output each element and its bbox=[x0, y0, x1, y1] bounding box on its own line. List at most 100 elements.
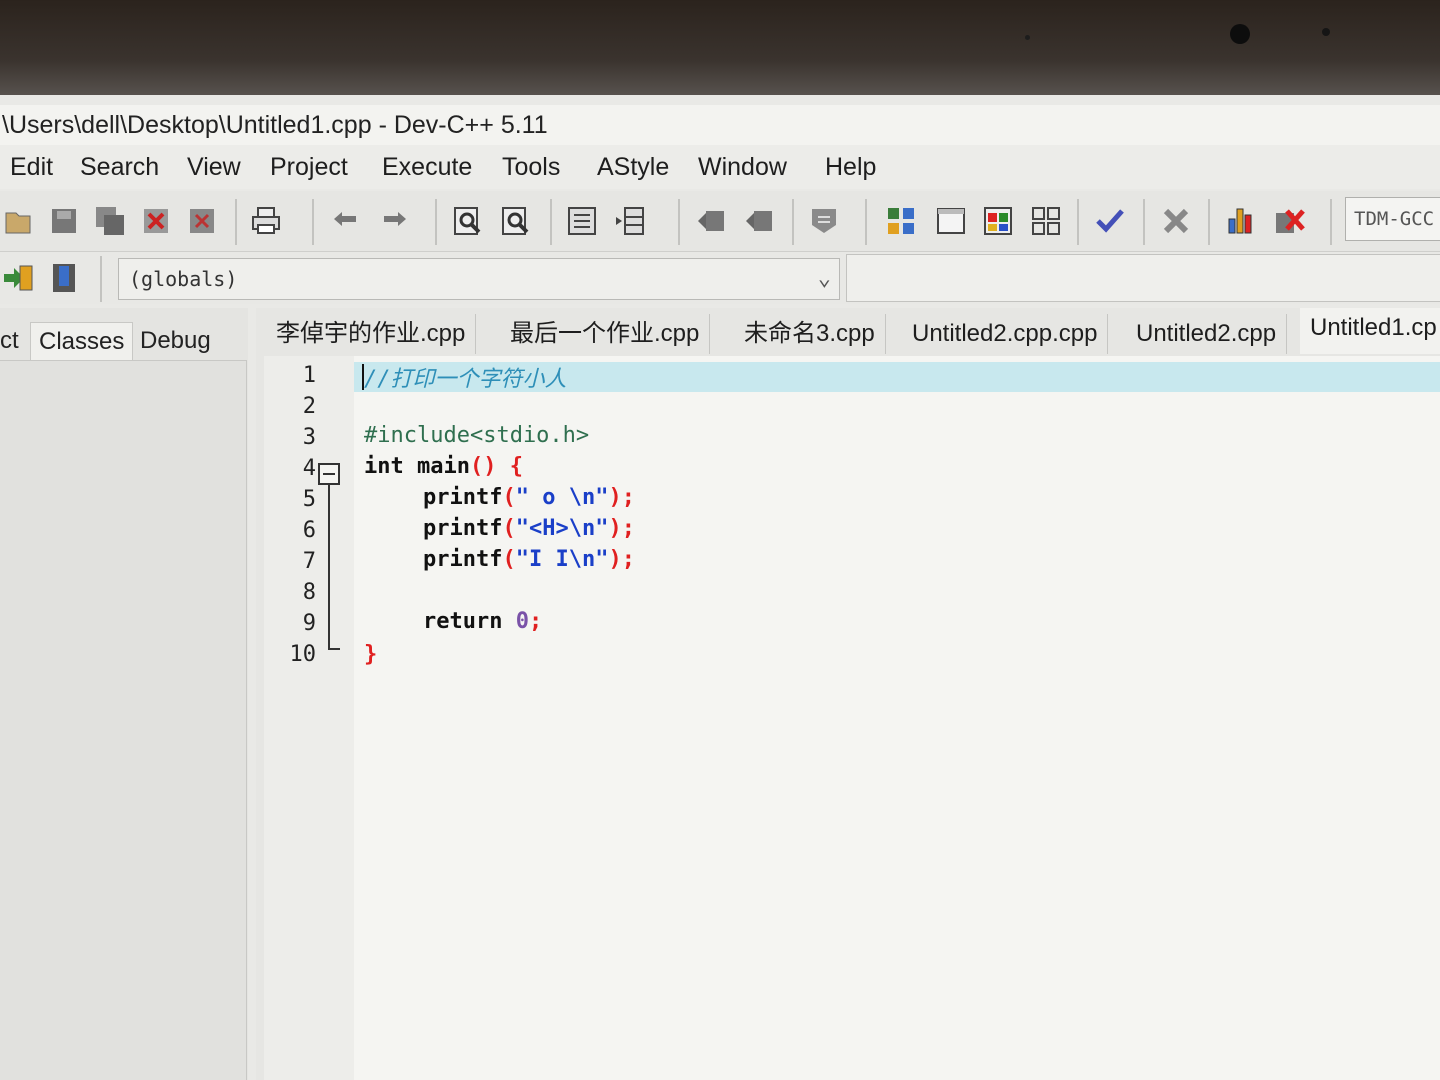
preprocessor: #include<stdio.h> bbox=[364, 423, 590, 448]
toggle-bookmark-icon[interactable] bbox=[48, 262, 80, 294]
redo-icon[interactable] bbox=[378, 205, 410, 237]
tab-file[interactable]: Untitled2.cpp.cpp bbox=[902, 314, 1109, 354]
bookmark-next-icon[interactable] bbox=[744, 205, 776, 237]
menu-tools[interactable]: Tools bbox=[502, 153, 560, 182]
close-icon[interactable] bbox=[140, 205, 172, 237]
fold-toggle-icon[interactable] bbox=[318, 463, 340, 485]
symbol: ); bbox=[608, 516, 635, 541]
indicator-light bbox=[1322, 28, 1330, 36]
line-number: 4 bbox=[302, 456, 316, 481]
bookmark-prev-icon[interactable] bbox=[696, 205, 728, 237]
unindent-icon[interactable] bbox=[614, 205, 646, 237]
find-icon[interactable] bbox=[452, 205, 484, 237]
function-call: printf bbox=[423, 485, 503, 510]
scope-toolbar: (globals) ⌄ bbox=[0, 252, 1440, 304]
left-panel: ct Classes Debug bbox=[0, 308, 248, 1080]
compiler-select[interactable]: TDM-GCC bbox=[1345, 197, 1440, 241]
line-number: 6 bbox=[302, 518, 316, 543]
menu-execute[interactable]: Execute bbox=[382, 153, 472, 182]
insert-icon[interactable] bbox=[2, 262, 34, 294]
editor-area: 李倬宇的作业.cpp 最后一个作业.cpp 未命名3.cpp Untitled2… bbox=[256, 308, 1440, 1080]
line-number: 1 bbox=[302, 363, 316, 388]
menu-bar: Edit Search View Project Execute Tools A… bbox=[0, 145, 1440, 189]
menu-project[interactable]: Project bbox=[270, 153, 348, 182]
menu-window[interactable]: Window bbox=[698, 153, 787, 182]
new-project-icon[interactable] bbox=[885, 205, 917, 237]
tab-file[interactable]: 最后一个作业.cpp bbox=[500, 314, 711, 354]
symbol: ( bbox=[502, 516, 516, 541]
tab-file[interactable]: 未命名3.cpp bbox=[734, 314, 886, 354]
string-literal: "<H>\n" bbox=[515, 516, 609, 541]
toggle-comment-icon[interactable] bbox=[808, 205, 840, 237]
keyword: return bbox=[423, 609, 503, 634]
symbol: ); bbox=[608, 547, 635, 572]
tab-file[interactable]: 李倬宇的作业.cpp bbox=[266, 314, 477, 354]
line-gutter: 1 2 3 4 5 6 7 8 9 10 bbox=[264, 356, 354, 1080]
colors-icon[interactable] bbox=[982, 205, 1014, 237]
webcam bbox=[1230, 24, 1250, 44]
new-window-icon[interactable] bbox=[935, 205, 967, 237]
indent-icon[interactable] bbox=[566, 205, 598, 237]
scope-value: (globals) bbox=[129, 267, 238, 291]
string-literal: " o \n" bbox=[515, 485, 609, 510]
code-editor[interactable]: 1 2 3 4 5 6 7 8 9 10 //打印一个字符小人 #include… bbox=[264, 356, 1440, 1080]
code-line-3: #include<stdio.h> bbox=[364, 423, 589, 448]
tab-file[interactable]: Untitled2.cpp bbox=[1126, 314, 1288, 354]
main-toolbar: TDM-GCC bbox=[0, 191, 1440, 252]
menu-search[interactable]: Search bbox=[80, 153, 159, 182]
line-number: 9 bbox=[302, 611, 316, 636]
open-icon[interactable] bbox=[2, 205, 34, 237]
sensor-dot bbox=[1025, 35, 1030, 40]
tab-file-active[interactable]: Untitled1.cp bbox=[1300, 308, 1440, 354]
code-line-9: return 0; bbox=[423, 609, 542, 634]
editor-tabs: 李倬宇的作业.cpp 最后一个作业.cpp 未命名3.cpp Untitled2… bbox=[256, 308, 1440, 356]
debug-icon[interactable] bbox=[1273, 205, 1305, 237]
code-line-10: } bbox=[364, 642, 377, 667]
tab-project[interactable]: ct bbox=[0, 322, 27, 360]
function-name: main bbox=[403, 454, 470, 479]
line-number: 2 bbox=[302, 394, 316, 419]
print-icon[interactable] bbox=[250, 205, 282, 237]
scope-select[interactable]: (globals) ⌄ bbox=[118, 258, 840, 300]
layout-icon[interactable] bbox=[1030, 205, 1062, 237]
number-literal: 0 bbox=[515, 609, 529, 634]
code-line-6: printf("<H>\n"); bbox=[423, 516, 635, 541]
chart-icon[interactable] bbox=[1225, 205, 1257, 237]
symbol: ( bbox=[502, 547, 516, 572]
line-number: 8 bbox=[302, 580, 316, 605]
function-call: printf bbox=[423, 516, 503, 541]
fold-line bbox=[328, 485, 330, 650]
symbol: } bbox=[364, 642, 378, 667]
member-select[interactable] bbox=[846, 254, 1440, 302]
function-call: printf bbox=[423, 547, 503, 572]
left-panel-tabs: ct Classes Debug bbox=[0, 316, 248, 360]
tab-debug[interactable]: Debug bbox=[132, 322, 219, 360]
symbol: ); bbox=[608, 485, 635, 510]
laptop-bezel bbox=[0, 0, 1440, 100]
code-line-7: printf("I I\n"); bbox=[423, 547, 635, 572]
menu-edit[interactable]: Edit bbox=[10, 153, 53, 182]
save-all-icon[interactable] bbox=[94, 205, 126, 237]
symbol: () { bbox=[469, 454, 523, 479]
save-icon[interactable] bbox=[48, 205, 80, 237]
line-number: 10 bbox=[289, 642, 317, 667]
string-literal: "I I\n" bbox=[515, 547, 609, 572]
fold-end bbox=[328, 648, 340, 650]
menu-help[interactable]: Help bbox=[825, 153, 876, 182]
keyword: int bbox=[364, 454, 404, 479]
tab-classes[interactable]: Classes bbox=[30, 322, 134, 360]
replace-icon[interactable] bbox=[500, 205, 532, 237]
check-icon[interactable] bbox=[1094, 205, 1126, 237]
menu-view[interactable]: View bbox=[187, 153, 241, 182]
window-title: \Users\dell\Desktop\Untitled1.cpp - Dev-… bbox=[0, 105, 1440, 145]
symbol: ; bbox=[528, 609, 543, 634]
menu-astyle[interactable]: AStyle bbox=[597, 153, 669, 182]
stop-icon[interactable] bbox=[1160, 205, 1192, 237]
line-number: 5 bbox=[302, 487, 316, 512]
comment: //打印一个字符小人 bbox=[364, 367, 567, 392]
line-number: 7 bbox=[302, 549, 316, 574]
undo-icon[interactable] bbox=[330, 205, 362, 237]
chevron-down-icon[interactable]: ⌄ bbox=[818, 259, 831, 299]
screen: \Users\dell\Desktop\Untitled1.cpp - Dev-… bbox=[0, 95, 1440, 1080]
close-all-icon[interactable] bbox=[186, 205, 218, 237]
